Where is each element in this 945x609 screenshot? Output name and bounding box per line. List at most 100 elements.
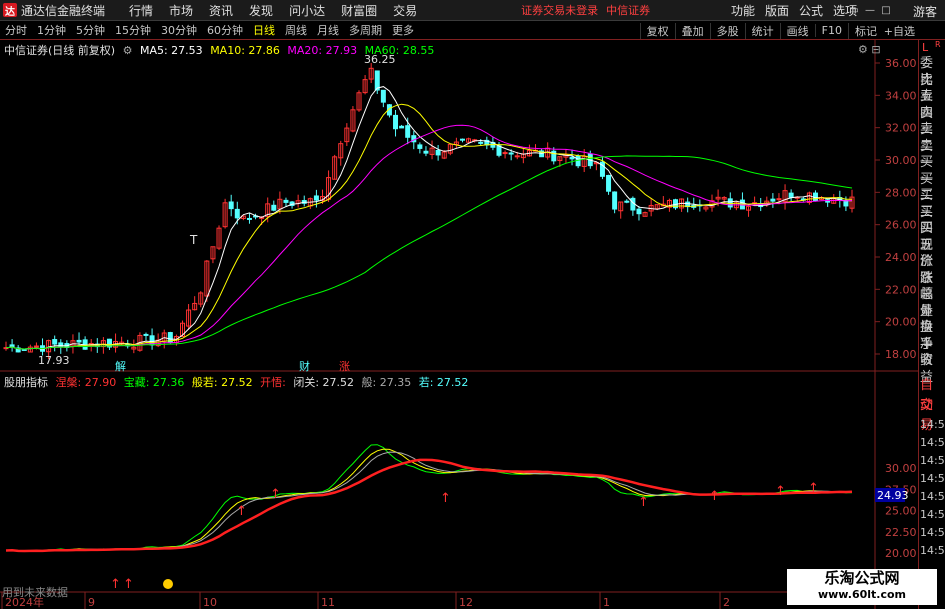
collapse-icon[interactable]: ⊟ xyxy=(871,43,880,56)
candle-body xyxy=(569,156,575,160)
kline-chart[interactable]: ↑ ↑↑↑ ↑ ↑ ↑ ↑ ↑ 36.0034.0032.0030.0028.0026.00… xyxy=(0,40,918,609)
period-60min[interactable]: 60分钟 xyxy=(202,22,248,38)
candle-body xyxy=(478,141,484,144)
candle-body xyxy=(76,339,82,343)
candle-body xyxy=(21,348,27,351)
side-label-6: 买一 xyxy=(920,155,934,187)
period-more[interactable]: 更多 xyxy=(387,22,419,38)
side-label-9: 买四 xyxy=(920,204,934,237)
trade-time-1: 14:56 xyxy=(920,435,945,449)
watermark-title: 乐淘公式网 xyxy=(824,569,900,587)
price-axis-label: 34.00 xyxy=(885,89,917,102)
menu-hangqing[interactable]: 行情 xyxy=(129,2,153,19)
menu-banmian[interactable]: 版面 xyxy=(765,2,789,19)
ma20-value: MA20: 27.93 xyxy=(287,44,358,57)
candle-body xyxy=(417,144,423,149)
side-zidong[interactable]: 自动 xyxy=(919,376,945,413)
btn-duogu[interactable]: 多股 xyxy=(709,22,745,39)
btn-tongji[interactable]: 统计 xyxy=(744,22,780,39)
buy-arrow-icon: ↑ xyxy=(775,484,786,499)
guest-label[interactable]: 游客 xyxy=(913,3,937,20)
candle-body xyxy=(228,201,234,210)
candle-body xyxy=(502,152,508,155)
period-30min[interactable]: 30分钟 xyxy=(156,22,202,38)
side-label-5: 卖一 xyxy=(920,138,934,171)
menu-gongneng[interactable]: 功能 xyxy=(731,2,755,19)
side-label-12: 涨跌 xyxy=(920,254,934,286)
period-1min[interactable]: 1分钟 xyxy=(32,22,71,38)
side-label-4: 卖二 xyxy=(920,122,934,154)
period-daily[interactable]: 日线 xyxy=(248,22,280,38)
candle-body xyxy=(313,195,319,201)
period-monthly[interactable]: 月线 xyxy=(312,22,344,38)
side-label-16: 换手 xyxy=(920,320,934,352)
ma60-value: MA60: 28.55 xyxy=(364,44,435,57)
candle-body xyxy=(423,150,429,154)
sub-axis-label: 25.00 xyxy=(885,505,917,518)
trade-time-4: 14:56 xyxy=(920,489,945,503)
toolbar-right: 复权 叠加 多股 统计 画线 F10 标记 xyxy=(639,21,883,40)
trade-time-6: 14:56 xyxy=(920,525,945,539)
date-label-6: 2 xyxy=(723,596,730,609)
menu-gongshi[interactable]: 公式 xyxy=(799,2,823,19)
candle-body xyxy=(399,125,405,129)
menu-wenxiaoda[interactable]: 问小达 xyxy=(289,2,325,19)
menu-shichang[interactable]: 市场 xyxy=(169,2,193,19)
side-label-2: 卖四 xyxy=(920,89,934,121)
candle-body xyxy=(459,138,465,141)
maximize-icon[interactable]: □ xyxy=(879,4,893,17)
stock-name[interactable]: 中信证券(日线 前复权) xyxy=(4,44,115,57)
restore-icon[interactable]: — xyxy=(863,4,877,17)
btn-huaxian[interactable]: 画线 xyxy=(779,22,815,39)
btn-f10[interactable]: F10 xyxy=(814,24,848,37)
btn-fuquan[interactable]: 复权 xyxy=(639,22,675,39)
candle-body xyxy=(52,339,58,345)
biguan-value: 闭关: 27.52 xyxy=(293,376,355,389)
date-label-2: 10 xyxy=(203,596,217,609)
side-jiaoyi[interactable]: 交易 xyxy=(919,396,945,433)
side-label-0: 委比 xyxy=(920,56,934,88)
candle-body xyxy=(380,89,386,103)
candle-body xyxy=(234,208,240,219)
btn-biaoji[interactable]: 标记 xyxy=(848,22,883,39)
smiley-icon xyxy=(163,579,173,589)
period-weekly[interactable]: 周线 xyxy=(280,22,312,38)
side-label-1: 卖五 xyxy=(920,72,934,105)
menu-jiaoyi[interactable]: 交易 xyxy=(393,2,417,19)
candle-body xyxy=(405,125,411,138)
menu-faxian[interactable]: 发现 xyxy=(249,2,273,19)
period-toolbar: 分时 1分钟 5分钟 15分钟 30分钟 60分钟 日线 周线 月线 多周期 更… xyxy=(0,21,945,40)
side-label-13: 涨幅 xyxy=(920,270,934,303)
low-price-label: 17.93 xyxy=(38,354,70,367)
candle-body xyxy=(435,149,441,156)
minimize-icon[interactable]: ▭ xyxy=(847,4,861,17)
indicator-name[interactable]: 股朋指标 xyxy=(4,376,48,389)
menu-zixun[interactable]: 资讯 xyxy=(209,2,233,19)
period-multi[interactable]: 多周期 xyxy=(344,22,387,38)
boruo-value: 般若: 27.52 xyxy=(191,376,253,389)
price-axis-label: 32.00 xyxy=(885,122,917,135)
side-top-label: L xyxy=(922,41,929,54)
buy-arrow-icon: ↑ xyxy=(270,487,281,502)
price-axis-label: 24.00 xyxy=(885,251,917,264)
candle-body xyxy=(33,345,39,348)
event-marker-1: 财 xyxy=(299,359,310,373)
period-5min[interactable]: 5分钟 xyxy=(71,22,110,38)
period-15min[interactable]: 15分钟 xyxy=(110,22,156,38)
side-label-10: 买五 xyxy=(920,221,934,253)
settings-icon[interactable]: ⚙ xyxy=(123,44,133,57)
candle-body xyxy=(271,204,277,211)
menu-caifuquan[interactable]: 财富圈 xyxy=(341,2,377,19)
settings-icon-2[interactable]: ⚙ xyxy=(858,43,868,56)
btn-diejia[interactable]: 叠加 xyxy=(674,22,710,39)
buy-arrow-icon: ↑ xyxy=(236,504,247,519)
period-fenshi[interactable]: 分时 xyxy=(0,22,32,38)
side-top-sub-label: R xyxy=(935,40,941,49)
date-label-4: 12 xyxy=(459,596,473,609)
login-status[interactable]: 证券交易未登录 xyxy=(521,2,598,18)
candle-body xyxy=(636,208,642,215)
add-self-select-button[interactable]: +自选 xyxy=(884,23,915,39)
ruo-value: 若: 27.52 xyxy=(418,376,469,389)
watermark-url: www.60lt.com xyxy=(817,588,907,601)
event-marker-0: 解 xyxy=(115,359,126,373)
